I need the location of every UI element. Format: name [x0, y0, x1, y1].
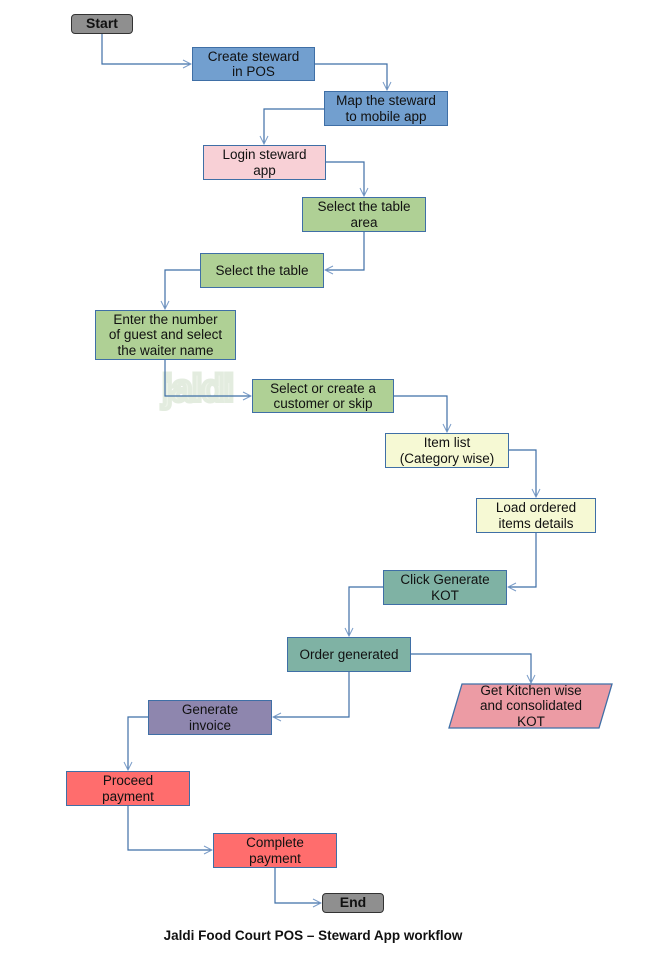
diagram-caption: Jaldi Food Court POS – Steward App workf…: [163, 928, 463, 943]
node-select-table: Select the table: [200, 253, 324, 288]
node-end: End: [322, 893, 384, 913]
edge-load-items-to-generate-kot: [508, 533, 537, 587]
edge-order-generated-to-generate-invoice: [273, 672, 350, 717]
node-order-generated: Order generated: [287, 637, 411, 672]
node-enter-guests: Enter the number of guest and select the…: [95, 310, 236, 360]
node-proceed-payment: Proceed payment: [66, 771, 190, 806]
node-generate-kot: Click Generate KOT: [383, 570, 507, 605]
node-item-list: Item list (Category wise): [385, 433, 509, 468]
node-load-items: Load ordered items details: [476, 498, 596, 533]
edge-generate-invoice-to-proceed-payment: [128, 716, 148, 770]
edge-order-generated-to-kitchen-kot: [411, 653, 531, 683]
edge-map-steward-to-login-steward: [264, 108, 324, 144]
node-select-table-area: Select the table area: [302, 197, 426, 232]
node-complete-payment: Complete payment: [213, 833, 337, 868]
edge-select-table-area-to-select-table: [325, 232, 365, 270]
edge-start-to-create-steward: [101, 34, 191, 64]
edge-complete-payment-to-end: [274, 868, 321, 903]
node-generate-invoice: Generate invoice: [148, 700, 272, 735]
edge-create-steward-to-map-steward: [315, 63, 387, 90]
edge-login-steward-to-select-table-area: [326, 161, 364, 196]
node-start: Start: [71, 14, 133, 34]
edge-generate-kot-to-order-generated: [349, 586, 383, 636]
node-map-steward: Map the steward to mobile app: [324, 91, 448, 126]
node-login-steward: Login steward app: [203, 145, 326, 180]
edge-enter-guests-to-select-customer: [164, 360, 251, 396]
node-kitchen-kot: Get Kitchen wise and consolidated KOT: [479, 682, 583, 729]
edge-select-customer-to-item-list: [394, 395, 447, 432]
edge-item-list-to-load-items: [509, 449, 536, 497]
edge-proceed-payment-to-complete-payment: [127, 806, 212, 850]
node-create-steward: Create steward in POS: [192, 47, 315, 81]
edge-select-table-to-enter-guests: [165, 269, 200, 309]
connectors: [101, 34, 613, 964]
node-select-customer: Select or create a customer or skip: [252, 379, 394, 413]
